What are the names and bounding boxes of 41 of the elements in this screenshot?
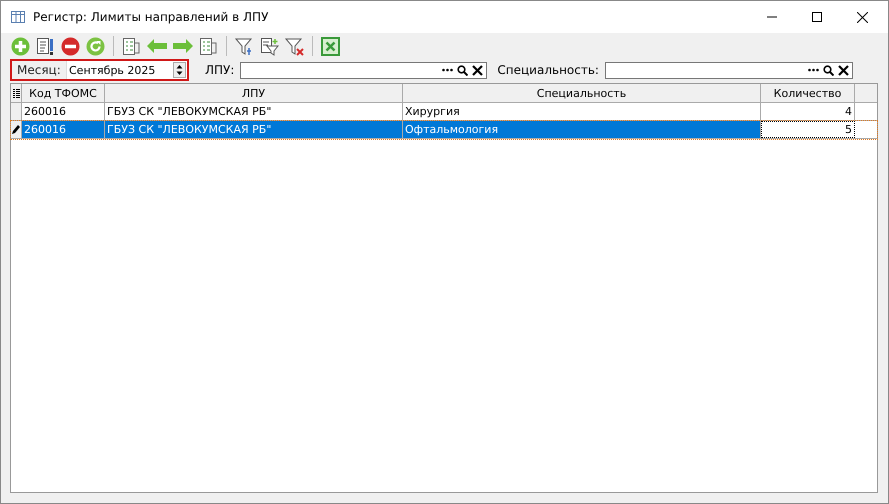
month-spinner[interactable]: Сентябрь 2025 [66,61,187,79]
month-label: Месяц: [16,63,62,77]
search-icon[interactable] [822,64,834,76]
list-icon[interactable] [122,36,141,56]
edit-icon[interactable] [36,36,55,56]
table-cell: 260016 [22,103,105,120]
clear-icon[interactable] [838,64,849,76]
clear-icon[interactable] [472,64,484,76]
table-cell: Хирургия [403,103,761,120]
specialty-field[interactable] [604,62,853,78]
row-header[interactable] [11,121,22,138]
lpu-label: ЛПУ: [205,63,234,77]
spin-arrows-icon[interactable] [173,62,186,78]
table-cell: ГБУЗ СК "ЛЕВОКУМСКАЯ РБ" [105,121,403,138]
search-icon[interactable] [457,64,468,76]
table-cell: 260016 [22,121,105,138]
close-icon[interactable] [857,12,868,22]
table-cell: 5 [761,121,855,138]
delete-icon[interactable] [61,36,80,56]
table-cell: 4 [761,103,855,120]
column-header[interactable]: Специальность [403,84,761,102]
window-title: Регистр: Лимиты направлений в ЛПУ [33,10,270,24]
specialty-label: Специальность: [497,63,599,77]
list-icon[interactable] [199,36,218,56]
column-header[interactable]: ЛПУ [105,84,403,102]
column-header[interactable]: Количество [761,84,855,102]
lpu-field[interactable] [240,62,488,78]
excel-icon[interactable] [321,36,340,56]
more-icon[interactable] [808,68,819,72]
more-icon[interactable] [442,68,454,72]
filter-icon[interactable] [235,36,254,56]
filter-edit-icon[interactable] [260,36,279,56]
clear-filter-icon[interactable] [285,36,304,56]
table-cell: Офтальмология [403,121,761,138]
maximize-icon[interactable] [812,12,822,22]
pencil-icon [12,125,20,134]
table-row[interactable]: 260016 ГБУЗ СК "ЛЕВОКУМСКАЯ РБ" Офтальмология 5 [11,121,877,139]
table-cell: ГБУЗ СК "ЛЕВОКУМСКАЯ РБ" [105,103,403,120]
column-header[interactable]: Код ТФОМС [22,84,105,102]
table-icon [11,11,25,23]
column-menu-icon[interactable] [12,88,20,98]
